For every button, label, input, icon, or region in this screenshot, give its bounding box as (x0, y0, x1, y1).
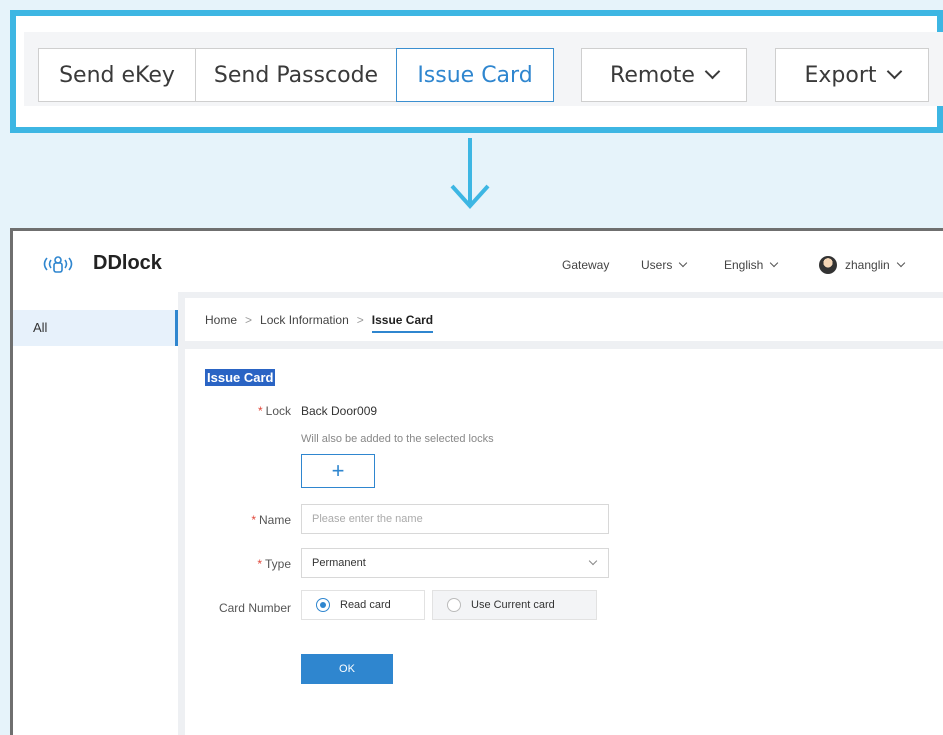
lock-signal-logo-icon (43, 256, 73, 273)
chevron-down-icon (679, 258, 688, 268)
breadcrumb-lock-information[interactable]: Lock Information (260, 313, 349, 327)
chevron-down-icon (588, 556, 598, 566)
remote-dropdown[interactable]: Remote (581, 48, 747, 102)
type-select[interactable]: Permanent (301, 548, 609, 578)
plus-icon: + (331, 458, 345, 483)
issue-card-button[interactable]: Issue Card (396, 48, 554, 102)
breadcrumb-current: Issue Card (371, 313, 434, 333)
chevron-down-icon (770, 258, 779, 268)
avatar (819, 256, 837, 274)
lock-label: * Lock (257, 404, 291, 418)
lock-hint: Will also be added to the selected locks (301, 433, 494, 445)
radio-unselected-icon (447, 598, 461, 612)
form-title: Issue Card (205, 369, 276, 386)
card-number-label: Card Number (218, 601, 291, 615)
chevron-down-icon (896, 258, 905, 268)
export-dropdown[interactable]: Export (775, 48, 929, 102)
chevron-down-icon (886, 63, 902, 80)
sidebar-item-all[interactable]: All (13, 310, 178, 346)
breadcrumb-separator: > (245, 312, 253, 327)
lock-value: Back Door009 (301, 404, 378, 418)
chevron-down-icon (704, 63, 721, 80)
send-ekey-button[interactable]: Send eKey (38, 48, 196, 102)
breadcrumb: Home > Lock Information > Issue Card (185, 298, 943, 341)
issue-card-form: Issue Card * Lock Back Door009 Will also … (185, 349, 943, 735)
breadcrumb-separator: > (356, 312, 364, 327)
type-label: * Type (257, 557, 291, 571)
radio-selected-icon (316, 598, 330, 612)
breadcrumb-home[interactable]: Home (205, 313, 237, 327)
nav-user-menu[interactable]: zhanglin (819, 256, 905, 274)
nav-gateway[interactable]: Gateway (562, 258, 609, 272)
name-input[interactable] (301, 504, 609, 534)
ok-button[interactable]: OK (301, 654, 393, 684)
name-label: * Name (251, 513, 291, 527)
brand-name: DDlock (93, 252, 162, 274)
read-card-option[interactable]: Read card (301, 590, 425, 620)
nav-users[interactable]: Users (641, 258, 688, 272)
arrow-down-icon (450, 138, 490, 209)
app-header: DDlock Gateway Users English zhanglin (13, 231, 943, 292)
lock-toolbar: Send eKey Send Passcode Issue Card Remot… (24, 32, 943, 106)
add-lock-button[interactable]: + (301, 454, 375, 488)
send-passcode-button[interactable]: Send Passcode (195, 48, 397, 102)
sidebar: All (13, 292, 178, 735)
nav-language[interactable]: English (724, 258, 779, 272)
use-current-card-option[interactable]: Use Current card (432, 590, 597, 620)
